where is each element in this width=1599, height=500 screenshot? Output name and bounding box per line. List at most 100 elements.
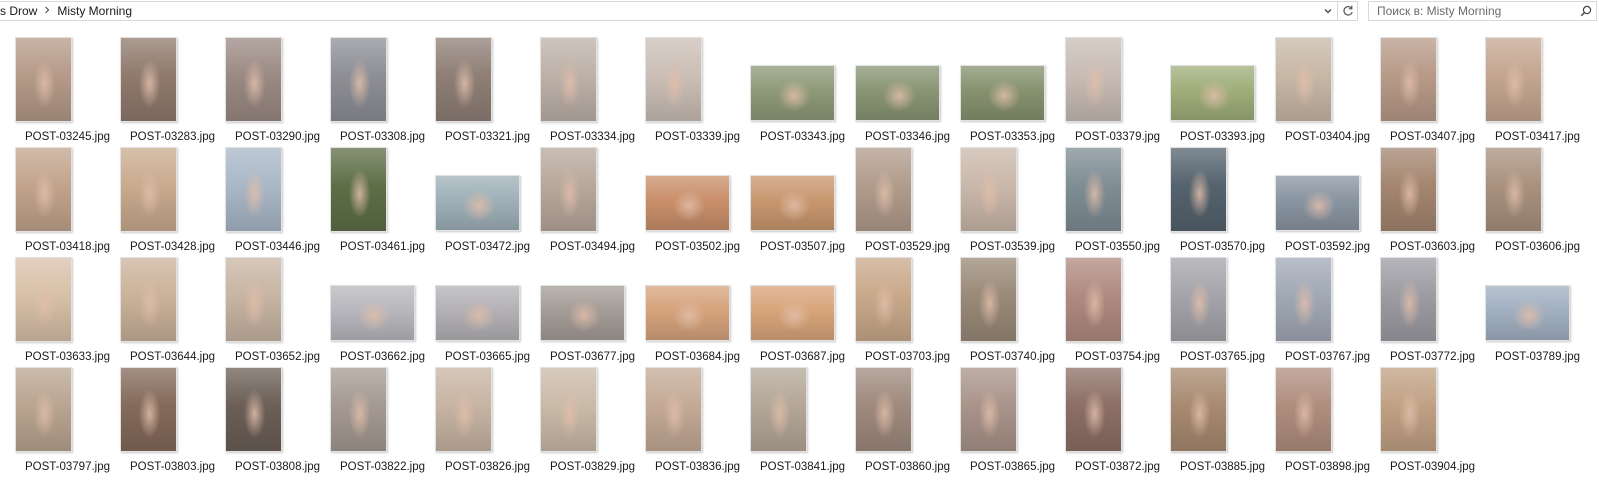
file-item[interactable]: POST-03665.jpg: [435, 257, 540, 367]
file-item[interactable]: POST-03740.jpg: [960, 257, 1065, 367]
image-thumbnail[interactable]: [15, 147, 72, 232]
file-name-label[interactable]: POST-03404.jpg: [1271, 131, 1384, 143]
image-thumbnail[interactable]: [435, 285, 520, 341]
image-thumbnail[interactable]: [645, 367, 702, 452]
file-item[interactable]: POST-03826.jpg: [435, 367, 540, 477]
file-name-label[interactable]: POST-03765.jpg: [1166, 351, 1279, 363]
image-thumbnail[interactable]: [960, 147, 1017, 232]
file-item[interactable]: POST-03321.jpg: [435, 37, 540, 147]
file-item[interactable]: POST-03841.jpg: [750, 367, 855, 477]
file-item[interactable]: POST-03652.jpg: [225, 257, 330, 367]
image-thumbnail[interactable]: [750, 65, 835, 121]
image-thumbnail[interactable]: [750, 285, 835, 341]
file-name-label[interactable]: POST-03353.jpg: [956, 131, 1069, 143]
file-item[interactable]: POST-03245.jpg: [15, 37, 120, 147]
file-item[interactable]: POST-03502.jpg: [645, 147, 750, 257]
file-name-label[interactable]: POST-03740.jpg: [956, 351, 1069, 363]
image-thumbnail[interactable]: [1275, 175, 1360, 231]
file-name-label[interactable]: POST-03865.jpg: [956, 461, 1069, 473]
file-name-label[interactable]: POST-03898.jpg: [1271, 461, 1384, 473]
file-name-label[interactable]: POST-03797.jpg: [11, 461, 124, 473]
image-thumbnail[interactable]: [750, 367, 807, 452]
image-thumbnail[interactable]: [1275, 37, 1332, 122]
file-name-label[interactable]: POST-03885.jpg: [1166, 461, 1279, 473]
file-item[interactable]: POST-03789.jpg: [1485, 257, 1590, 367]
file-name-label[interactable]: POST-03822.jpg: [326, 461, 439, 473]
file-item[interactable]: POST-03684.jpg: [645, 257, 750, 367]
file-name-label[interactable]: POST-03417.jpg: [1481, 131, 1594, 143]
file-item[interactable]: POST-03507.jpg: [750, 147, 855, 257]
file-item[interactable]: POST-03353.jpg: [960, 37, 1065, 147]
file-name-label[interactable]: POST-03539.jpg: [956, 241, 1069, 253]
file-name-label[interactable]: POST-03343.jpg: [746, 131, 859, 143]
file-name-label[interactable]: POST-03644.jpg: [116, 351, 229, 363]
file-name-label[interactable]: POST-03904.jpg: [1376, 461, 1489, 473]
image-thumbnail[interactable]: [330, 285, 415, 341]
file-name-label[interactable]: POST-03570.jpg: [1166, 241, 1279, 253]
file-item[interactable]: POST-03446.jpg: [225, 147, 330, 257]
file-name-label[interactable]: POST-03606.jpg: [1481, 241, 1594, 253]
file-item[interactable]: POST-03539.jpg: [960, 147, 1065, 257]
file-name-label[interactable]: POST-03502.jpg: [641, 241, 754, 253]
file-item[interactable]: POST-03428.jpg: [120, 147, 225, 257]
image-thumbnail[interactable]: [645, 37, 702, 122]
file-item[interactable]: POST-03885.jpg: [1170, 367, 1275, 477]
file-name-label[interactable]: POST-03428.jpg: [116, 241, 229, 253]
file-name-label[interactable]: POST-03684.jpg: [641, 351, 754, 363]
image-thumbnail[interactable]: [1170, 257, 1227, 342]
image-thumbnail[interactable]: [1170, 367, 1227, 452]
file-name-label[interactable]: POST-03339.jpg: [641, 131, 754, 143]
file-name-label[interactable]: POST-03245.jpg: [11, 131, 124, 143]
image-thumbnail[interactable]: [1065, 367, 1122, 452]
file-name-label[interactable]: POST-03346.jpg: [851, 131, 964, 143]
file-item[interactable]: POST-03644.jpg: [120, 257, 225, 367]
file-name-label[interactable]: POST-03841.jpg: [746, 461, 859, 473]
file-name-label[interactable]: POST-03703.jpg: [851, 351, 964, 363]
file-name-label[interactable]: POST-03461.jpg: [326, 241, 439, 253]
file-item[interactable]: POST-03603.jpg: [1380, 147, 1485, 257]
file-name-label[interactable]: POST-03836.jpg: [641, 461, 754, 473]
file-name-label[interactable]: POST-03334.jpg: [536, 131, 649, 143]
file-item[interactable]: POST-03822.jpg: [330, 367, 435, 477]
file-item[interactable]: POST-03677.jpg: [540, 257, 645, 367]
image-thumbnail[interactable]: [960, 367, 1017, 452]
file-item[interactable]: POST-03461.jpg: [330, 147, 435, 257]
image-thumbnail[interactable]: [435, 367, 492, 452]
image-thumbnail[interactable]: [15, 37, 72, 122]
file-item[interactable]: POST-03494.jpg: [540, 147, 645, 257]
file-item[interactable]: POST-03687.jpg: [750, 257, 855, 367]
file-item[interactable]: POST-03308.jpg: [330, 37, 435, 147]
image-thumbnail[interactable]: [1065, 257, 1122, 342]
file-name-label[interactable]: POST-03789.jpg: [1481, 351, 1594, 363]
file-item[interactable]: POST-03529.jpg: [855, 147, 960, 257]
file-item[interactable]: POST-03860.jpg: [855, 367, 960, 477]
file-name-label[interactable]: POST-03321.jpg: [431, 131, 544, 143]
image-thumbnail[interactable]: [120, 147, 177, 232]
file-item[interactable]: POST-03836.jpg: [645, 367, 750, 477]
file-item[interactable]: POST-03633.jpg: [15, 257, 120, 367]
image-thumbnail[interactable]: [1170, 147, 1227, 232]
file-item[interactable]: POST-03662.jpg: [330, 257, 435, 367]
file-name-label[interactable]: POST-03754.jpg: [1061, 351, 1174, 363]
image-thumbnail[interactable]: [1065, 147, 1122, 232]
file-name-label[interactable]: POST-03407.jpg: [1376, 131, 1489, 143]
file-name-label[interactable]: POST-03860.jpg: [851, 461, 964, 473]
image-thumbnail[interactable]: [1485, 285, 1570, 341]
file-item[interactable]: POST-03570.jpg: [1170, 147, 1275, 257]
file-item[interactable]: POST-03290.jpg: [225, 37, 330, 147]
file-item[interactable]: POST-03283.jpg: [120, 37, 225, 147]
image-thumbnail[interactable]: [540, 285, 625, 341]
image-thumbnail[interactable]: [15, 257, 72, 342]
file-item[interactable]: POST-03765.jpg: [1170, 257, 1275, 367]
file-name-label[interactable]: POST-03772.jpg: [1376, 351, 1489, 363]
file-name-label[interactable]: POST-03592.jpg: [1271, 241, 1384, 253]
file-name-label[interactable]: POST-03418.jpg: [11, 241, 124, 253]
file-item[interactable]: POST-03379.jpg: [1065, 37, 1170, 147]
file-name-label[interactable]: POST-03379.jpg: [1061, 131, 1174, 143]
file-item[interactable]: POST-03898.jpg: [1275, 367, 1380, 477]
file-name-label[interactable]: POST-03677.jpg: [536, 351, 649, 363]
file-item[interactable]: POST-03404.jpg: [1275, 37, 1380, 147]
file-item[interactable]: POST-03754.jpg: [1065, 257, 1170, 367]
file-name-label[interactable]: POST-03529.jpg: [851, 241, 964, 253]
file-item[interactable]: POST-03334.jpg: [540, 37, 645, 147]
